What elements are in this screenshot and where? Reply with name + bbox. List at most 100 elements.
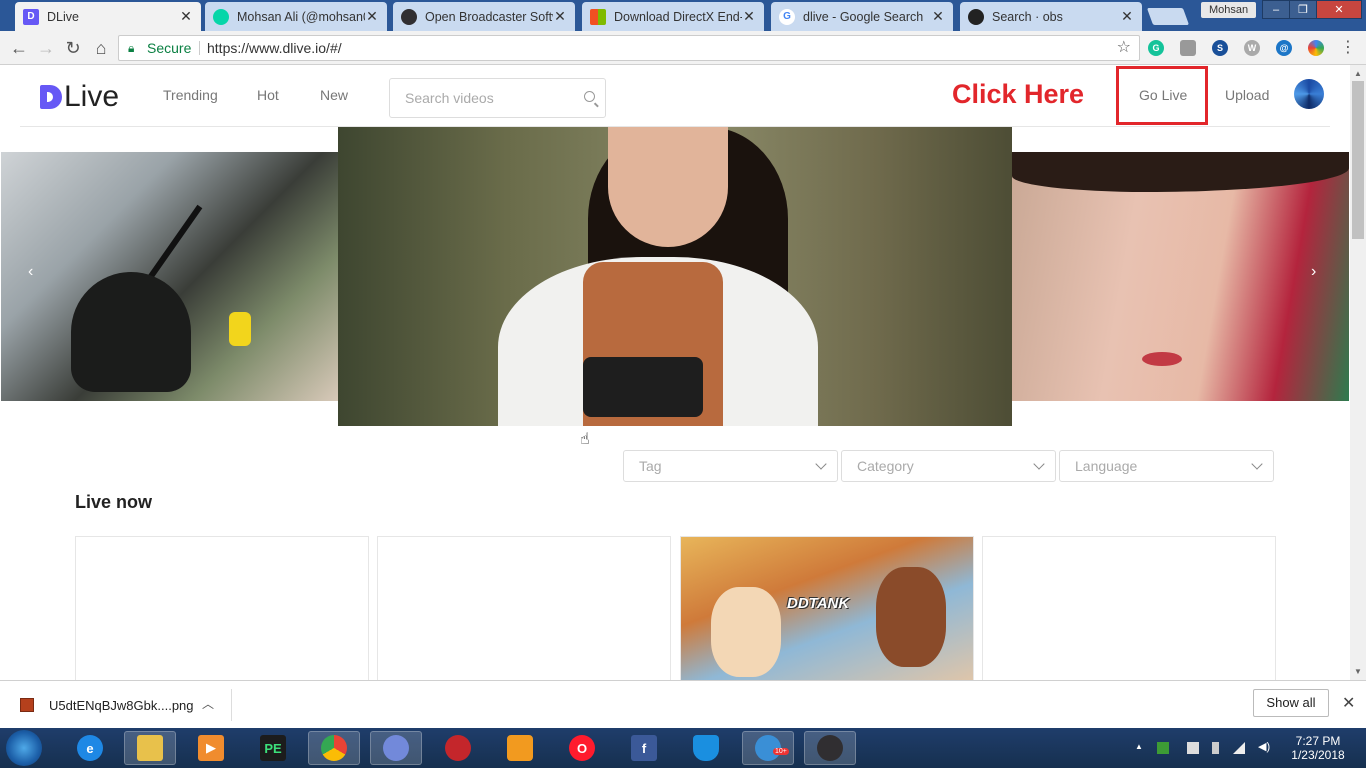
download-bar: U5dtENqBJw8Gbk....png ︿ Show all ✕ [0, 680, 1366, 728]
hand-cursor-icon: ☝ [580, 431, 590, 448]
category-dropdown[interactable]: Category [841, 450, 1056, 482]
search-icon[interactable] [584, 91, 595, 102]
tab-dlive[interactable]: D DLive ✕ [15, 2, 201, 31]
obs-icon [817, 735, 843, 761]
search-input[interactable] [405, 79, 575, 117]
url-text[interactable]: https://www.dlive.io/#/ [207, 36, 342, 60]
avatar[interactable] [1294, 79, 1324, 109]
media-player-icon: ▶ [198, 735, 224, 761]
slide-image-detail [1012, 152, 1349, 192]
address-bar[interactable]: 🔒︎ Secure https://www.dlive.io/#/ ☆ [118, 35, 1140, 61]
live-stream-card[interactable] [377, 536, 671, 680]
facebook-icon: f [631, 735, 657, 761]
pycharm-icon: PE [260, 735, 286, 761]
taskbar-explorer[interactable] [124, 731, 176, 765]
dropdown-label: Category [857, 458, 914, 474]
taskbar-ie[interactable]: e [64, 731, 116, 765]
tag-dropdown[interactable]: Tag [623, 450, 838, 482]
chrome-menu-icon[interactable]: ⋮ [1340, 37, 1356, 59]
reload-icon[interactable]: ↻ [62, 37, 84, 59]
profile-button[interactable]: Mohsan [1201, 2, 1257, 18]
tab-close-icon[interactable]: ✕ [1120, 8, 1134, 25]
maximize-button[interactable]: ❐ [1289, 0, 1317, 19]
nav-hot[interactable]: Hot [257, 87, 279, 103]
taskbar-pycharm[interactable]: PE [247, 731, 299, 765]
window-close-button[interactable]: ✕ [1316, 0, 1362, 19]
carousel-slide-right[interactable] [1012, 152, 1349, 401]
scroll-down-icon[interactable]: ▼ [1354, 667, 1362, 676]
live-stream-card[interactable] [982, 536, 1276, 680]
github-favicon-icon [968, 8, 984, 25]
taskbar-uc-browser[interactable] [494, 731, 546, 765]
carousel-prev-icon[interactable]: ‹ [28, 263, 33, 281]
carousel-slide-left[interactable] [1, 152, 338, 401]
show-hidden-icons-icon[interactable]: ▲ [1135, 742, 1147, 754]
chevron-down-icon [815, 458, 827, 470]
tab-title: Download DirectX End-U [614, 9, 742, 24]
search-box [389, 78, 606, 118]
close-icon[interactable]: ✕ [1342, 693, 1355, 713]
live-stream-card[interactable]: DDTANK [680, 536, 974, 680]
chrome-extension-icon[interactable] [1308, 40, 1324, 56]
taskbar-obs[interactable] [804, 731, 856, 765]
nav-new[interactable]: New [320, 87, 348, 103]
tab-close-icon[interactable]: ✕ [931, 8, 945, 25]
start-button[interactable] [6, 730, 42, 766]
wordpress-extension-icon[interactable]: W [1244, 40, 1260, 56]
taskbar-opera[interactable]: O [556, 731, 608, 765]
secure-label: Secure [147, 40, 192, 56]
download-filename[interactable]: U5dtENqBJw8Gbk....png [49, 698, 194, 713]
bookmark-star-icon[interactable]: ☆ [1117, 36, 1131, 60]
tab-google-search[interactable]: G dlive - Google Search ✕ [771, 2, 953, 31]
tab-title: Mohsan Ali (@mohsan0 [237, 9, 365, 24]
back-arrow-icon[interactable]: ← [8, 37, 30, 59]
tab-close-icon[interactable]: ✕ [365, 8, 379, 25]
taskbar-shield[interactable] [680, 731, 732, 765]
tab-directx[interactable]: Download DirectX End-U ✕ [582, 2, 764, 31]
divider [199, 41, 200, 55]
tab-close-icon[interactable]: ✕ [553, 8, 567, 25]
uc-browser-icon [507, 735, 533, 761]
section-title: Live now [75, 492, 153, 512]
battery-icon[interactable] [1212, 742, 1219, 754]
go-live-link[interactable]: Go Live [1139, 87, 1187, 103]
language-dropdown[interactable]: Language [1059, 450, 1274, 482]
new-tab-button[interactable] [1146, 8, 1190, 25]
scroll-up-icon[interactable]: ▲ [1354, 69, 1362, 78]
extension-icon[interactable] [1180, 40, 1196, 56]
divider [231, 689, 232, 721]
taskbar-facebook[interactable]: f [618, 731, 670, 765]
taskbar-chrome[interactable] [308, 731, 360, 765]
show-all-button[interactable]: Show all [1253, 689, 1329, 717]
steem-extension-icon[interactable]: S [1212, 40, 1228, 56]
live-stream-card[interactable] [75, 536, 369, 680]
system-clock[interactable]: 7:27 PM 1/23/2018 [1283, 734, 1353, 762]
slide-image-detail [583, 357, 703, 417]
taskbar-discord[interactable] [370, 731, 422, 765]
dlive-logo[interactable]: Live [40, 80, 119, 114]
grammarly-extension-icon[interactable]: G [1148, 40, 1164, 56]
action-center-icon[interactable] [1187, 742, 1199, 754]
forward-arrow-icon[interactable]: → [35, 37, 57, 59]
tab-close-icon[interactable]: ✕ [179, 8, 193, 25]
upload-link[interactable]: Upload [1225, 87, 1269, 103]
home-icon[interactable]: ⌂ [90, 37, 112, 59]
page-scrollbar[interactable]: ▲ ▼ [1350, 65, 1366, 680]
tray-app-icon[interactable] [1157, 742, 1169, 754]
network-icon[interactable] [1233, 742, 1245, 754]
tab-steemit[interactable]: Mohsan Ali (@mohsan0 ✕ [205, 2, 387, 31]
minimize-button[interactable]: – [1262, 0, 1290, 19]
nav-trending[interactable]: Trending [163, 87, 218, 103]
carousel-slide-main[interactable] [338, 127, 1012, 426]
taskbar-media[interactable]: ▶ [185, 731, 237, 765]
tab-github-search[interactable]: Search · obs ✕ [960, 2, 1142, 31]
tab-obs[interactable]: Open Broadcaster Softw ✕ [393, 2, 575, 31]
browser-toolbar: ← → ↻ ⌂ 🔒︎ Secure https://www.dlive.io/#… [0, 31, 1366, 65]
scrollbar-thumb[interactable] [1352, 81, 1364, 239]
volume-icon[interactable]: ◀) [1258, 740, 1270, 753]
carousel-next-icon[interactable]: › [1311, 263, 1316, 281]
chevron-up-icon[interactable]: ︿ [202, 695, 214, 712]
tab-close-icon[interactable]: ✕ [742, 8, 756, 25]
taskbar-app[interactable] [432, 731, 484, 765]
at-extension-icon[interactable]: @ [1276, 40, 1292, 56]
